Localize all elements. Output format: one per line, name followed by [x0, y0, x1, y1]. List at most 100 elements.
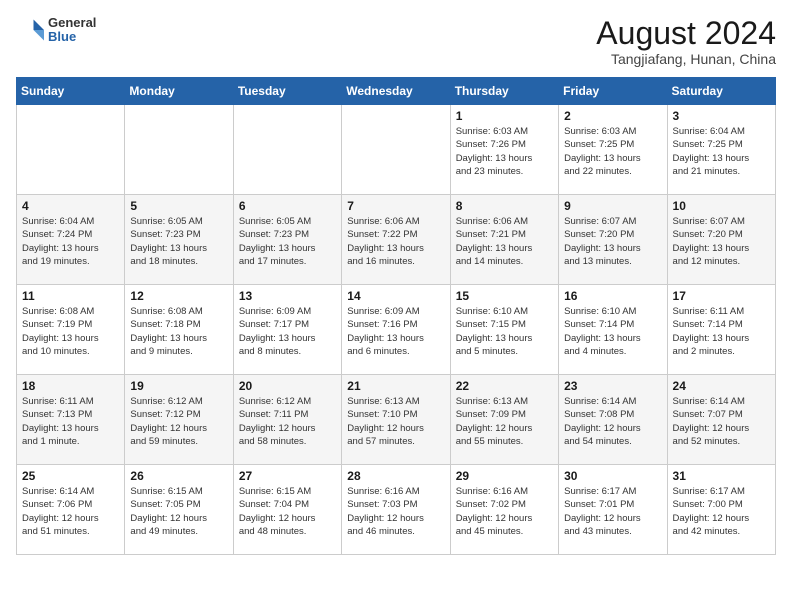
calendar-cell: 24Sunrise: 6:14 AM Sunset: 7:07 PM Dayli… — [667, 375, 775, 465]
day-info: Sunrise: 6:04 AM Sunset: 7:24 PM Dayligh… — [22, 215, 119, 268]
day-info: Sunrise: 6:16 AM Sunset: 7:02 PM Dayligh… — [456, 485, 553, 538]
calendar-cell — [125, 105, 233, 195]
day-number: 11 — [22, 289, 119, 303]
calendar-cell: 28 Sunrise: 6:16 AM Sunset: 7:03 PM Dayli… — [342, 465, 450, 555]
calendar-cell — [233, 105, 341, 195]
day-number: 31 — [673, 469, 770, 483]
calendar-cell: 31 Sunrise: 6:17 AM Sunset: 7:00 PM Dayli… — [667, 465, 775, 555]
day-number: 15 — [456, 289, 553, 303]
calendar-cell: 15 Sunrise: 6:10 AM Sunset: 7:15 PM Dayli… — [450, 285, 558, 375]
calendar-cell: 21 Sunrise: 6:13 AM Sunset: 7:10 PM Dayli… — [342, 375, 450, 465]
calendar-cell: 29 Sunrise: 6:16 AM Sunset: 7:02 PM Dayli… — [450, 465, 558, 555]
calendar-week-row: 25Sunrise: 6:14 AM Sunset: 7:06 PM Dayli… — [17, 465, 776, 555]
calendar-cell: 12Sunrise: 6:08 AM Sunset: 7:18 PM Dayli… — [125, 285, 233, 375]
calendar-cell: 5Sunrise: 6:05 AM Sunset: 7:23 PM Daylig… — [125, 195, 233, 285]
day-info: Sunrise: 6:04 AM Sunset: 7:25 PM Dayligh… — [673, 125, 770, 178]
calendar-cell: 18Sunrise: 6:11 AM Sunset: 7:13 PM Dayli… — [17, 375, 125, 465]
day-number: 6 — [239, 199, 336, 213]
calendar-cell: 8 Sunrise: 6:06 AM Sunset: 7:21 PM Daylig… — [450, 195, 558, 285]
day-number: 24 — [673, 379, 770, 393]
day-info: Sunrise: 6:09 AM Sunset: 7:17 PM Dayligh… — [239, 305, 336, 358]
day-info: Sunrise: 6:16 AM Sunset: 7:03 PM Dayligh… — [347, 485, 444, 538]
day-number: 17 — [673, 289, 770, 303]
title-block: August 2024 Tangjiafang, Hunan, China — [596, 16, 776, 67]
day-number: 27 — [239, 469, 336, 483]
logo-text: General Blue — [48, 16, 96, 45]
day-number: 23 — [564, 379, 661, 393]
day-info: Sunrise: 6:17 AM Sunset: 7:00 PM Dayligh… — [673, 485, 770, 538]
calendar-cell: 22 Sunrise: 6:13 AM Sunset: 7:09 PM Dayli… — [450, 375, 558, 465]
day-number: 3 — [673, 109, 770, 123]
day-number: 14 — [347, 289, 444, 303]
day-info: Sunrise: 6:14 AM Sunset: 7:06 PM Dayligh… — [22, 485, 119, 538]
day-info: Sunrise: 6:07 AM Sunset: 7:20 PM Dayligh… — [564, 215, 661, 268]
calendar-cell: 3 Sunrise: 6:04 AM Sunset: 7:25 PM Daylig… — [667, 105, 775, 195]
calendar-week-row: 1 Sunrise: 6:03 AM Sunset: 7:26 PM Daylig… — [17, 105, 776, 195]
day-info: Sunrise: 6:03 AM Sunset: 7:25 PM Dayligh… — [564, 125, 661, 178]
day-number: 16 — [564, 289, 661, 303]
day-number: 28 — [347, 469, 444, 483]
calendar-table: SundayMondayTuesdayWednesdayThursdayFrid… — [16, 77, 776, 555]
weekday-header: Wednesday — [342, 78, 450, 105]
weekday-header: Friday — [559, 78, 667, 105]
calendar-cell: 6Sunrise: 6:05 AM Sunset: 7:23 PM Daylig… — [233, 195, 341, 285]
calendar-cell: 14 Sunrise: 6:09 AM Sunset: 7:16 PM Dayli… — [342, 285, 450, 375]
logo-icon — [16, 16, 44, 44]
weekday-header: Monday — [125, 78, 233, 105]
day-info: Sunrise: 6:03 AM Sunset: 7:26 PM Dayligh… — [456, 125, 553, 178]
day-number: 18 — [22, 379, 119, 393]
day-number: 29 — [456, 469, 553, 483]
calendar-cell: 20Sunrise: 6:12 AM Sunset: 7:11 PM Dayli… — [233, 375, 341, 465]
calendar-header: SundayMondayTuesdayWednesdayThursdayFrid… — [17, 78, 776, 105]
weekday-header: Sunday — [17, 78, 125, 105]
day-info: Sunrise: 6:12 AM Sunset: 7:11 PM Dayligh… — [239, 395, 336, 448]
calendar-cell: 2Sunrise: 6:03 AM Sunset: 7:25 PM Daylig… — [559, 105, 667, 195]
day-info: Sunrise: 6:06 AM Sunset: 7:21 PM Dayligh… — [456, 215, 553, 268]
day-number: 10 — [673, 199, 770, 213]
day-number: 9 — [564, 199, 661, 213]
day-number: 8 — [456, 199, 553, 213]
day-number: 12 — [130, 289, 227, 303]
day-info: Sunrise: 6:14 AM Sunset: 7:08 PM Dayligh… — [564, 395, 661, 448]
calendar-cell: 17 Sunrise: 6:11 AM Sunset: 7:14 PM Dayli… — [667, 285, 775, 375]
day-info: Sunrise: 6:10 AM Sunset: 7:15 PM Dayligh… — [456, 305, 553, 358]
day-info: Sunrise: 6:09 AM Sunset: 7:16 PM Dayligh… — [347, 305, 444, 358]
weekday-row: SundayMondayTuesdayWednesdayThursdayFrid… — [17, 78, 776, 105]
day-info: Sunrise: 6:05 AM Sunset: 7:23 PM Dayligh… — [130, 215, 227, 268]
calendar-cell: 4 Sunrise: 6:04 AM Sunset: 7:24 PM Daylig… — [17, 195, 125, 285]
weekday-header: Saturday — [667, 78, 775, 105]
calendar-week-row: 4 Sunrise: 6:04 AM Sunset: 7:24 PM Daylig… — [17, 195, 776, 285]
calendar-body: 1 Sunrise: 6:03 AM Sunset: 7:26 PM Daylig… — [17, 105, 776, 555]
month-year: August 2024 — [596, 16, 776, 51]
day-number: 19 — [130, 379, 227, 393]
day-number: 13 — [239, 289, 336, 303]
page-header: General Blue August 2024 Tangjiafang, Hu… — [16, 16, 776, 67]
calendar-cell: 26Sunrise: 6:15 AM Sunset: 7:05 PM Dayli… — [125, 465, 233, 555]
day-number: 7 — [347, 199, 444, 213]
day-info: Sunrise: 6:11 AM Sunset: 7:14 PM Dayligh… — [673, 305, 770, 358]
day-info: Sunrise: 6:15 AM Sunset: 7:05 PM Dayligh… — [130, 485, 227, 538]
calendar-cell: 27 Sunrise: 6:15 AM Sunset: 7:04 PM Dayli… — [233, 465, 341, 555]
day-number: 30 — [564, 469, 661, 483]
day-info: Sunrise: 6:15 AM Sunset: 7:04 PM Dayligh… — [239, 485, 336, 538]
day-info: Sunrise: 6:06 AM Sunset: 7:22 PM Dayligh… — [347, 215, 444, 268]
calendar-week-row: 11 Sunrise: 6:08 AM Sunset: 7:19 PM Dayli… — [17, 285, 776, 375]
weekday-header: Tuesday — [233, 78, 341, 105]
calendar-cell: 23 Sunrise: 6:14 AM Sunset: 7:08 PM Dayli… — [559, 375, 667, 465]
location: Tangjiafang, Hunan, China — [596, 51, 776, 67]
day-number: 22 — [456, 379, 553, 393]
day-info: Sunrise: 6:13 AM Sunset: 7:09 PM Dayligh… — [456, 395, 553, 448]
calendar-cell: 10Sunrise: 6:07 AM Sunset: 7:20 PM Dayli… — [667, 195, 775, 285]
day-number: 21 — [347, 379, 444, 393]
logo-line1: General — [48, 16, 96, 30]
calendar-cell — [17, 105, 125, 195]
logo: General Blue — [16, 16, 96, 45]
calendar-week-row: 18Sunrise: 6:11 AM Sunset: 7:13 PM Dayli… — [17, 375, 776, 465]
day-info: Sunrise: 6:12 AM Sunset: 7:12 PM Dayligh… — [130, 395, 227, 448]
day-number: 4 — [22, 199, 119, 213]
calendar-cell: 11 Sunrise: 6:08 AM Sunset: 7:19 PM Dayli… — [17, 285, 125, 375]
day-number: 1 — [456, 109, 553, 123]
day-info: Sunrise: 6:08 AM Sunset: 7:19 PM Dayligh… — [22, 305, 119, 358]
logo-line2: Blue — [48, 30, 96, 44]
day-info: Sunrise: 6:13 AM Sunset: 7:10 PM Dayligh… — [347, 395, 444, 448]
